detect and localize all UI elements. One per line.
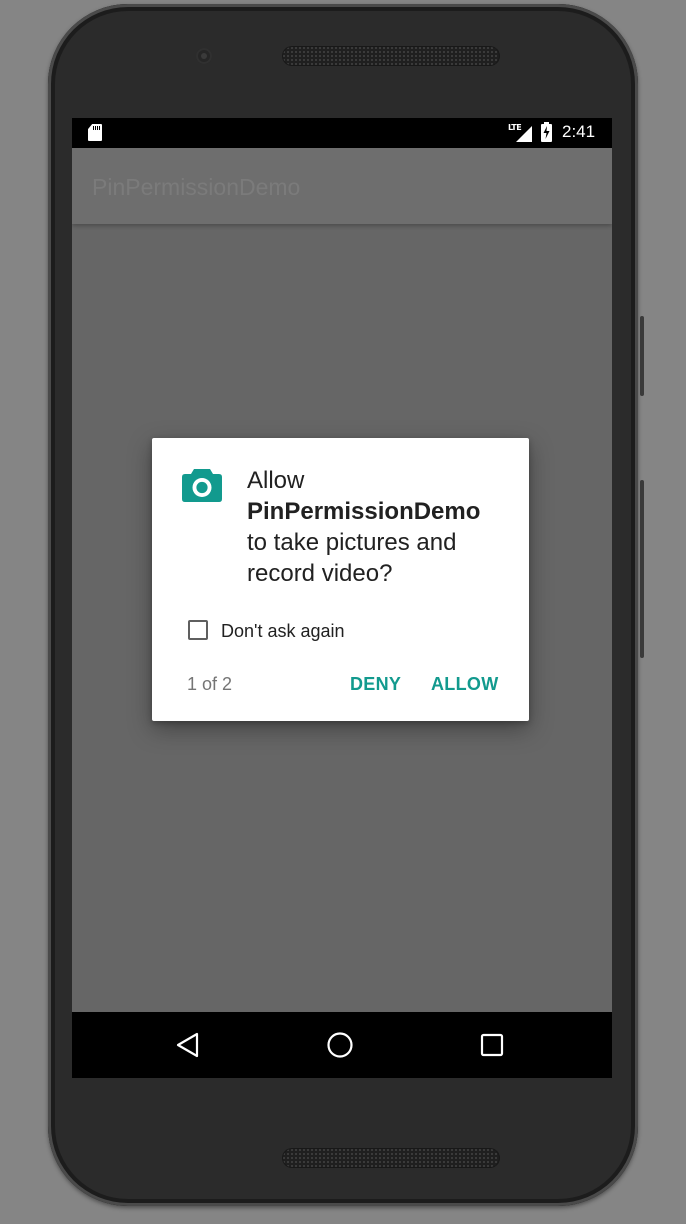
front-camera	[196, 48, 212, 64]
dont-ask-again-checkbox[interactable]	[188, 620, 208, 640]
home-icon[interactable]	[326, 1031, 354, 1059]
battery-charging-icon	[541, 122, 552, 142]
permission-message: Allow PinPermissionDemo to take pictures…	[247, 465, 509, 589]
app-bar: PinPermissionDemo	[72, 148, 612, 224]
app-title: PinPermissionDemo	[92, 174, 301, 200]
top-speaker-grille	[282, 46, 500, 66]
message-line-1: to take pictures and	[247, 529, 457, 556]
deny-button[interactable]: DENY	[350, 674, 401, 695]
recents-icon[interactable]	[480, 1033, 504, 1057]
page-indicator: 1 of 2	[187, 674, 233, 694]
volume-rocker	[640, 480, 644, 658]
message-prefix: Allow	[247, 467, 305, 494]
device-screen: LTE 2:41 PinPermissionDemo Allow PinPerm…	[72, 118, 612, 1078]
power-button	[640, 316, 644, 396]
navigation-bar	[72, 1012, 612, 1078]
message-app-name: PinPermissionDemo	[247, 498, 481, 525]
network-type-label: LTE	[508, 123, 522, 132]
bottom-speaker-grille	[282, 1148, 500, 1168]
camera-icon	[182, 469, 222, 502]
allow-button[interactable]: ALLOW	[431, 674, 498, 695]
permission-dialog: Allow PinPermissionDemo to take pictures…	[152, 438, 529, 721]
sd-card-icon	[88, 124, 102, 141]
status-time: 2:41	[562, 122, 596, 141]
message-line-2: record video?	[247, 560, 393, 587]
status-bar: LTE 2:41	[72, 118, 612, 148]
back-icon[interactable]	[176, 1032, 200, 1058]
dont-ask-again-label[interactable]: Don't ask again	[221, 621, 345, 642]
